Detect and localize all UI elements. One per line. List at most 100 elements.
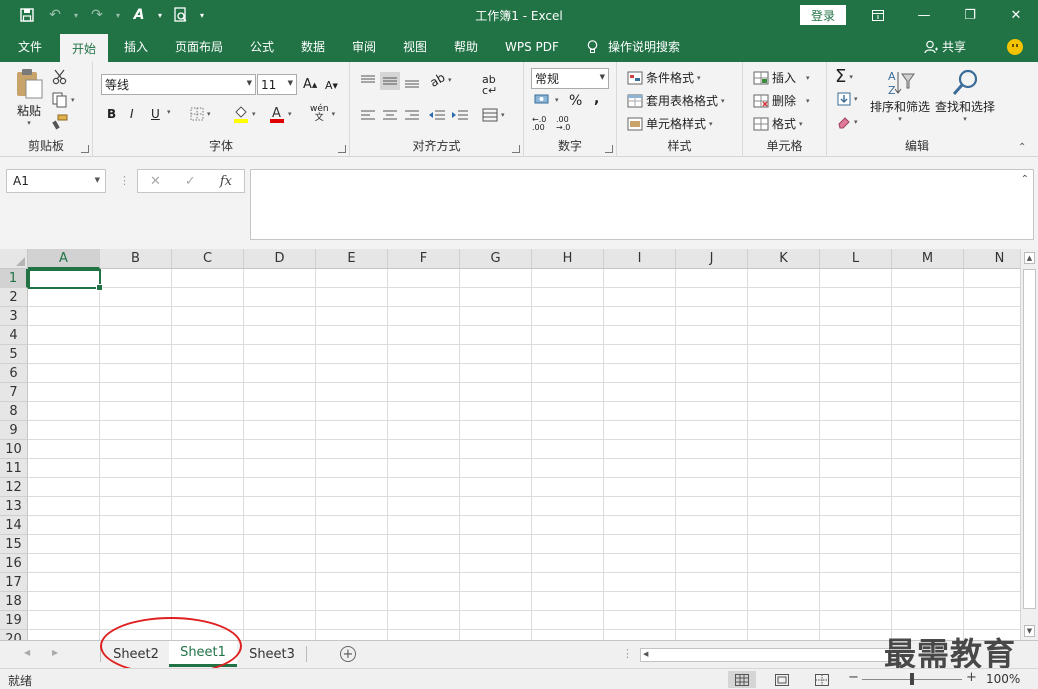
align-top-button[interactable]	[360, 74, 376, 88]
zoom-slider-thumb[interactable]	[910, 673, 914, 685]
row-header[interactable]: 9	[0, 421, 28, 440]
tab-home[interactable]: 开始	[60, 34, 109, 62]
decrease-decimal-button[interactable]: .00 →.0	[556, 116, 570, 132]
scroll-up-icon[interactable]: ▲	[1024, 252, 1035, 264]
row-header[interactable]: 7	[0, 383, 28, 402]
row-header[interactable]: 19	[0, 611, 28, 630]
align-center-button[interactable]	[382, 109, 398, 121]
number-dialog-launcher[interactable]	[605, 145, 613, 153]
scroll-left-icon[interactable]: ◀	[643, 650, 648, 658]
tab-wps-pdf[interactable]: WPS PDF	[503, 31, 561, 62]
fill-color-button[interactable]: ▾	[233, 105, 256, 123]
column-header[interactable]: J	[676, 249, 748, 269]
tab-review[interactable]: 审阅	[350, 31, 378, 62]
column-header[interactable]: B	[100, 249, 172, 269]
find-select-button[interactable]: 查找和选择 ▾	[935, 68, 995, 123]
autosum-button[interactable]: Σ ▾	[835, 66, 853, 87]
row-header[interactable]: 6	[0, 364, 28, 383]
column-header[interactable]: G	[460, 249, 532, 269]
row-header[interactable]: 2	[0, 288, 28, 307]
row-header[interactable]: 8	[0, 402, 28, 421]
increase-font-size-button[interactable]: A ▲	[303, 77, 317, 92]
underline-dropdown-icon[interactable]: ▾	[164, 108, 171, 116]
accounting-format-button[interactable]: ▾	[534, 93, 559, 107]
font-dialog-launcher[interactable]	[338, 145, 346, 153]
column-header[interactable]: C	[172, 249, 244, 269]
column-header[interactable]: A	[28, 249, 100, 269]
close-button[interactable]: ✕	[993, 0, 1038, 31]
row-header[interactable]: 11	[0, 459, 28, 478]
increase-decimal-button[interactable]: ←.0.00	[532, 116, 546, 132]
share-button[interactable]: 共享	[924, 31, 966, 62]
tab-formulas[interactable]: 公式	[248, 31, 276, 62]
page-layout-view-button[interactable]	[768, 671, 796, 688]
next-sheet-icon[interactable]: ▶	[52, 648, 58, 657]
row-header[interactable]: 20	[0, 630, 28, 640]
row-header[interactable]: 5	[0, 345, 28, 364]
percent-style-button[interactable]: %	[569, 93, 582, 109]
font-color-button[interactable]: A ▾	[269, 105, 292, 123]
normal-view-button[interactable]	[728, 671, 756, 688]
delete-cells-button[interactable]: 删除 ▾	[753, 92, 810, 109]
tab-view[interactable]: 视图	[401, 31, 429, 62]
row-header[interactable]: 17	[0, 573, 28, 592]
column-header[interactable]: I	[604, 249, 676, 269]
name-box[interactable]: A1 ▼	[6, 169, 106, 193]
format-as-table-button[interactable]: 套用表格格式 ▾	[627, 92, 725, 109]
row-header[interactable]: 10	[0, 440, 28, 459]
align-right-button[interactable]	[404, 109, 420, 121]
align-left-button[interactable]	[360, 109, 376, 121]
tell-me-search[interactable]: 操作说明搜索	[585, 31, 682, 62]
active-cell-a1[interactable]	[28, 269, 103, 291]
column-header[interactable]: E	[316, 249, 388, 269]
sort-filter-button[interactable]: AZ 排序和筛选 ▾	[870, 68, 930, 123]
column-header[interactable]: D	[244, 249, 316, 269]
page-break-view-button[interactable]	[808, 671, 836, 688]
cell-styles-button[interactable]: 单元格样式 ▾	[627, 115, 713, 132]
ribbon-display-options-icon[interactable]	[855, 0, 901, 31]
borders-button[interactable]: ▾	[190, 107, 211, 121]
zoom-level[interactable]: 100%	[986, 672, 1020, 686]
insert-function-button[interactable]: fx	[220, 174, 232, 189]
tab-split-grip-icon[interactable]: ⋮	[622, 647, 633, 660]
cancel-entry-button[interactable]: ✕	[150, 174, 161, 189]
font-size-combo[interactable]: 11 ▼	[257, 74, 297, 95]
font-name-combo[interactable]: 等线 ▼	[101, 74, 256, 95]
comma-style-button[interactable]: ,	[594, 91, 599, 107]
paste-button[interactable]: 粘贴 ▾	[14, 68, 44, 127]
horizontal-scrollbar[interactable]: ◀	[640, 648, 890, 662]
wrap-text-button[interactable]: ab c↵	[482, 74, 497, 96]
tab-data[interactable]: 数据	[299, 31, 327, 62]
insert-cells-button[interactable]: 插入 ▾	[753, 69, 810, 86]
feedback-smiley-icon[interactable]	[1007, 39, 1023, 55]
sheet-tab-sheet3[interactable]: Sheet3	[240, 641, 304, 667]
row-header[interactable]: 15	[0, 535, 28, 554]
row-header[interactable]: 18	[0, 592, 28, 611]
cut-button[interactable]	[52, 69, 68, 85]
vertical-scroll-thumb[interactable]	[1023, 269, 1036, 609]
maximize-button[interactable]: ❐	[947, 0, 993, 31]
column-header[interactable]: H	[532, 249, 604, 269]
increase-indent-button[interactable]	[451, 109, 469, 121]
select-all-corner[interactable]	[0, 249, 28, 269]
align-bottom-button[interactable]	[404, 74, 420, 88]
scroll-down-icon[interactable]: ▼	[1024, 625, 1035, 637]
row-header[interactable]: 12	[0, 478, 28, 497]
merge-center-button[interactable]: ▾	[482, 108, 505, 122]
tab-page-layout[interactable]: 页面布局	[173, 31, 225, 62]
format-cells-button[interactable]: 格式 ▾	[753, 115, 803, 132]
orientation-button[interactable]: ab ▾	[428, 70, 452, 90]
confirm-entry-button[interactable]: ✓	[185, 174, 196, 189]
column-header[interactable]: M	[892, 249, 964, 269]
clear-button[interactable]: ▾	[837, 115, 858, 129]
column-header[interactable]: K	[748, 249, 820, 269]
cell-area[interactable]	[28, 269, 1020, 640]
tab-file[interactable]: 文件	[16, 31, 44, 62]
clipboard-dialog-launcher[interactable]	[81, 145, 89, 153]
align-middle-button[interactable]	[380, 72, 400, 90]
collapse-formula-bar-icon[interactable]: ⌃	[1021, 174, 1029, 185]
bold-button[interactable]: B	[107, 107, 116, 121]
row-header[interactable]: 1	[0, 269, 28, 288]
conditional-formatting-button[interactable]: 条件格式 ▾	[627, 69, 701, 86]
formula-input[interactable]: ⌃	[250, 169, 1034, 240]
